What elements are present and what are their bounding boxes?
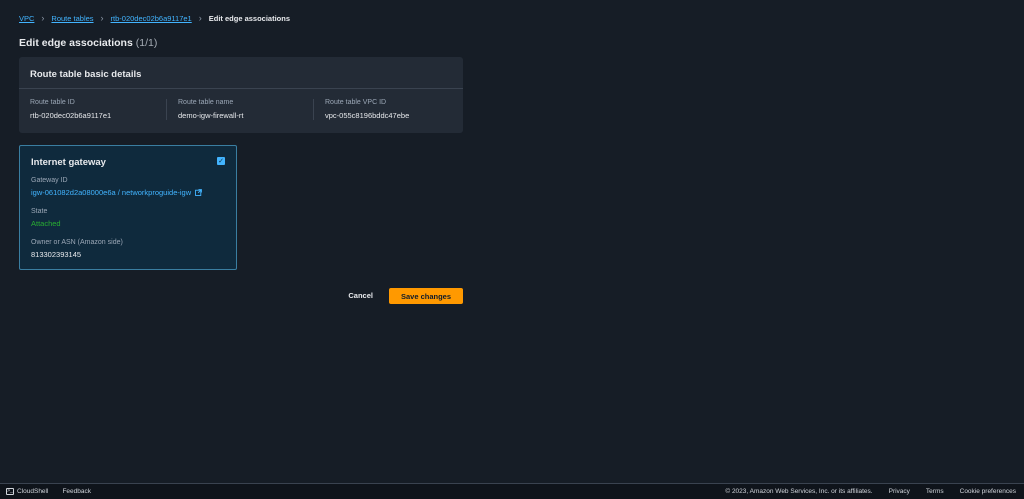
chevron-right-icon: ›	[100, 13, 104, 23]
chevron-right-icon: ›	[198, 13, 202, 23]
breadcrumb: VPC › Route tables › rtb-020dec02b6a9117…	[19, 13, 291, 24]
detail-route-table-name: Route table name demo-igw-firewall-rt	[166, 99, 313, 120]
owner-value: 813302393145	[31, 250, 82, 259]
detail-label: Route table VPC ID	[325, 99, 387, 106]
breadcrumb-route-table-id-link[interactable]: rtb-020dec02b6a9117e1	[111, 14, 192, 23]
breadcrumb-route-tables-link[interactable]: Route tables	[51, 14, 93, 23]
page-title: Edit edge associations (1/1)	[19, 37, 157, 49]
check-icon: ✓	[218, 157, 224, 165]
cloudshell-link[interactable]: CloudShell	[17, 488, 48, 495]
detail-label: Route table ID	[30, 99, 75, 106]
copyright-text: © 2023, Amazon Web Services, Inc. or its…	[725, 488, 873, 495]
detail-value: rtb-020dec02b6a9117e1	[30, 111, 112, 120]
igw-card-title: Internet gateway	[31, 157, 106, 168]
terms-link[interactable]: Terms	[926, 488, 944, 495]
page-title-text: Edit edge associations	[19, 37, 133, 49]
state-value: Attached	[31, 219, 61, 228]
detail-route-table-vpc-id: Route table VPC ID vpc-055c8196bddc47ebe	[313, 99, 460, 120]
breadcrumb-current: Edit edge associations	[208, 14, 291, 23]
owner-label: Owner or ASN (Amazon side)	[31, 239, 123, 246]
detail-value: vpc-055c8196bddc47ebe	[325, 111, 410, 120]
details-panel-body: Route table ID rtb-020dec02b6a9117e1 Rou…	[19, 89, 463, 120]
igw-checkbox[interactable]: ✓	[217, 157, 225, 165]
detail-route-table-id: Route table ID rtb-020dec02b6a9117e1	[19, 99, 166, 120]
cloudshell-icon[interactable]: >_	[6, 488, 14, 495]
breadcrumb-vpc-link[interactable]: VPC	[19, 14, 34, 23]
cookie-preferences-link[interactable]: Cookie preferences	[960, 488, 1016, 495]
details-panel-header: Route table basic details	[19, 57, 463, 89]
route-table-details-panel: Route table basic details Route table ID…	[19, 57, 463, 133]
internet-gateway-card[interactable]: Internet gateway ✓ Gateway ID igw-061082…	[19, 145, 237, 270]
gateway-id-link[interactable]: igw-061082d2a08000e6a / networkproguide-…	[31, 188, 225, 197]
detail-value: demo-igw-firewall-rt	[178, 111, 244, 120]
state-label: State	[31, 208, 48, 215]
external-link-icon	[195, 189, 203, 196]
console-footer: >_ CloudShell Feedback © 2023, Amazon We…	[0, 483, 1024, 499]
detail-label: Route table name	[178, 99, 234, 106]
page-title-count: (1/1)	[135, 37, 158, 49]
cancel-button[interactable]: Cancel	[348, 288, 373, 304]
chevron-right-icon: ›	[41, 13, 45, 23]
privacy-link[interactable]: Privacy	[889, 488, 910, 495]
gateway-id-value: igw-061082d2a08000e6a / networkproguide-…	[31, 188, 192, 197]
save-changes-button[interactable]: Save changes	[389, 288, 463, 304]
feedback-link[interactable]: Feedback	[62, 488, 91, 495]
form-actions: Cancel Save changes	[19, 288, 463, 304]
gateway-id-label: Gateway ID	[31, 177, 68, 184]
